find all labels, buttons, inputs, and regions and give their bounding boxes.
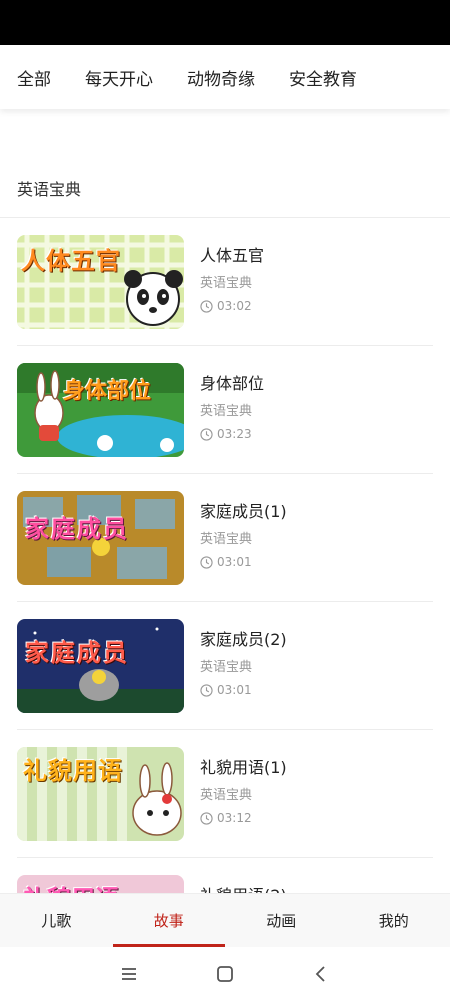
duration-text: 03:23	[217, 427, 252, 441]
thumbnail-caption: 家庭成员	[25, 515, 129, 543]
thumbnail: 家庭成员	[17, 491, 184, 585]
clock-icon	[200, 811, 213, 825]
item-duration: 03:23	[200, 427, 252, 441]
category-tab-bar: 全部 每天开心 动物奇缘 安全教育	[0, 45, 450, 109]
duration-text: 03:12	[217, 811, 252, 825]
thumbnail-caption: 家庭成员	[25, 639, 129, 667]
system-nav-bar	[0, 947, 450, 1000]
clock-icon	[200, 555, 213, 569]
thumbnail: 人体五官	[17, 235, 184, 329]
clock-icon	[200, 683, 213, 697]
nav-tab-mine[interactable]: 我的	[338, 894, 450, 947]
item-category: 英语宝典	[200, 532, 253, 547]
list-item[interactable]: 身体部位 身体部位 英语宝典 03:23	[0, 346, 450, 474]
category-tab-animals[interactable]: 动物奇缘	[187, 65, 255, 90]
thumbnail-caption: 身体部位	[63, 379, 152, 404]
thumbnail-caption: 礼貌用语	[23, 757, 123, 785]
menu-icon	[122, 967, 136, 980]
system-menu-button[interactable]	[81, 954, 177, 994]
nav-tab-label: 故事	[153, 912, 184, 930]
item-category: 英语宝典	[200, 404, 253, 419]
item-category: 英语宝典	[200, 788, 253, 803]
item-duration: 03:01	[200, 555, 252, 569]
thumbnail: 礼貌用语	[17, 747, 184, 841]
nav-tab-songs[interactable]: 儿歌	[0, 894, 113, 947]
system-back-button[interactable]	[273, 954, 369, 994]
nav-tab-animation[interactable]: 动画	[225, 894, 338, 947]
nav-tab-label: 儿歌	[41, 912, 72, 930]
story-list: 人体五官 人体五官 英语宝典 03:02 身体部位 身体部位 英语宝典 03:2…	[0, 218, 450, 986]
thumbnail: 身体部位	[17, 363, 184, 457]
system-home-button[interactable]	[177, 954, 273, 994]
item-duration: 03:01	[200, 683, 252, 697]
home-icon	[217, 965, 233, 982]
nav-tab-label: 动画	[266, 912, 297, 930]
thumbnail-caption: 人体五官	[21, 247, 121, 275]
item-title: 人体五官	[200, 246, 265, 265]
list-item[interactable]: 礼貌用语 礼貌用语(1) 英语宝典 03:12	[0, 730, 450, 858]
category-tab-happy[interactable]: 每天开心	[85, 65, 153, 90]
clock-icon	[200, 299, 213, 313]
duration-text: 03:01	[217, 683, 252, 697]
list-item[interactable]: 家庭成员 家庭成员(1) 英语宝典 03:01	[0, 474, 450, 602]
item-title: 礼貌用语(1)	[200, 758, 287, 777]
nav-tab-label: 我的	[378, 912, 409, 930]
back-icon	[315, 965, 325, 982]
duration-text: 03:01	[217, 555, 252, 569]
nav-tab-stories[interactable]: 故事	[112, 894, 225, 947]
thumbnail: 家庭成员	[17, 619, 184, 713]
list-item[interactable]: 家庭成员 家庭成员(2) 英语宝典 03:01	[0, 602, 450, 730]
list-item[interactable]: 人体五官 人体五官 英语宝典 03:02	[0, 218, 450, 346]
duration-text: 03:02	[217, 299, 252, 313]
item-duration: 03:02	[200, 299, 252, 313]
item-title: 身体部位	[200, 374, 265, 393]
clock-icon	[200, 427, 213, 441]
category-tab-all[interactable]: 全部	[17, 65, 51, 90]
category-tab-safety[interactable]: 安全教育	[289, 65, 357, 90]
section-title: 英语宝典	[17, 180, 82, 199]
status-bar	[0, 0, 450, 45]
item-category: 英语宝典	[200, 660, 253, 675]
item-duration: 03:12	[200, 811, 252, 825]
item-title: 家庭成员(2)	[200, 630, 287, 649]
item-category: 英语宝典	[200, 276, 253, 291]
bottom-nav: 儿歌 故事 动画 我的	[0, 893, 450, 947]
item-title: 家庭成员(1)	[200, 502, 287, 521]
